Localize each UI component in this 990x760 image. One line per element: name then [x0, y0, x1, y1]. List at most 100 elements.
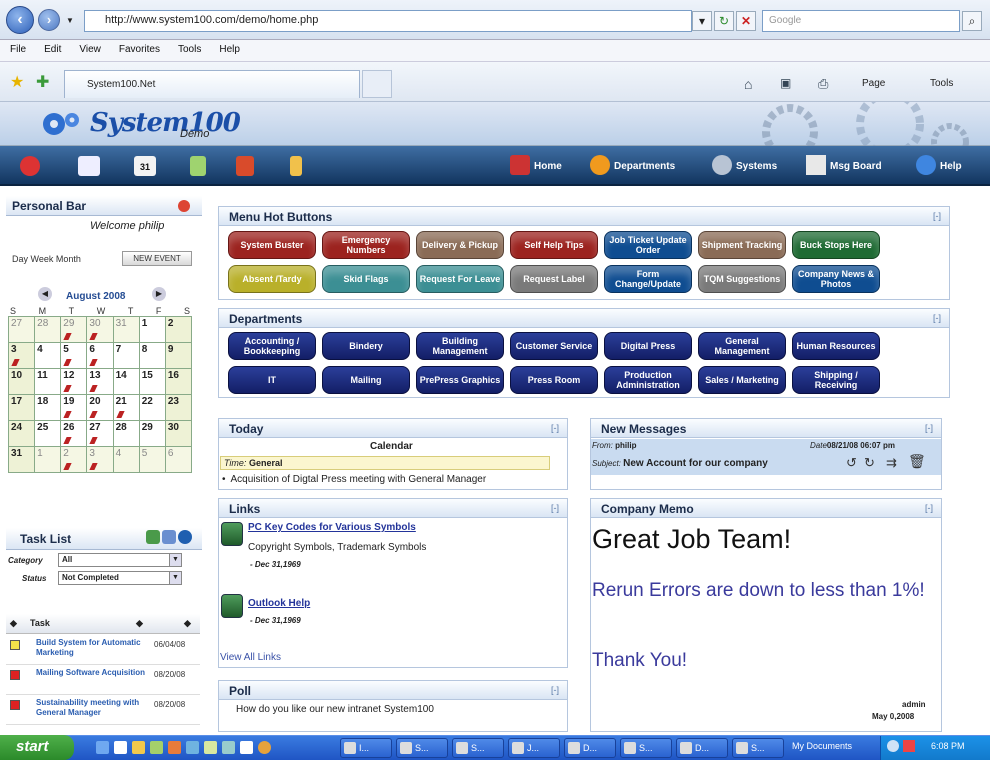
collapse-button[interactable]: [-] [551, 423, 559, 433]
task-name[interactable]: Sustainability meeting with General Mana… [36, 698, 146, 718]
hot-button[interactable]: Shipment Tracking [698, 231, 786, 259]
next-month-icon[interactable]: ▶ [152, 287, 166, 301]
taskbar-window-button[interactable]: D... [676, 738, 728, 758]
nav-systems[interactable]: Systems [736, 161, 777, 172]
calendar-day[interactable]: 6 [164, 446, 193, 473]
my-documents-toolbar[interactable]: My Documents [792, 741, 852, 751]
calendar-day[interactable]: 29 [138, 420, 166, 447]
tools-menu[interactable]: Tools [930, 78, 953, 89]
forward-button[interactable]: › [38, 9, 60, 31]
view-all-links[interactable]: View All Links [220, 652, 281, 663]
calendar-day[interactable]: 10 [7, 368, 36, 395]
calendar-day[interactable]: 19 [60, 394, 88, 421]
link-title[interactable]: PC Key Codes for Various Symbols [248, 522, 416, 533]
hot-button[interactable]: System Buster [228, 231, 316, 259]
phone-icon[interactable] [236, 156, 254, 176]
lock-icon[interactable] [290, 156, 302, 176]
task-name[interactable]: Build System for Automatic Marketing [36, 638, 146, 658]
quicklaunch-icon[interactable] [168, 741, 181, 754]
close-icon[interactable] [178, 200, 190, 212]
today-event[interactable]: • Acquisition of Digtal Press meeting wi… [222, 474, 486, 485]
task-row[interactable]: Build System for Automatic Marketing 06/0… [6, 636, 200, 665]
new-tab-button[interactable] [362, 70, 392, 98]
collapse-button[interactable]: [-] [933, 313, 941, 323]
event-marker-icon[interactable] [11, 359, 20, 366]
department-button[interactable]: Human Resources [792, 332, 880, 360]
hot-button[interactable]: TQM Suggestions [698, 265, 786, 293]
collapse-button[interactable]: [-] [551, 685, 559, 695]
tab-system100[interactable]: System100.Net [64, 70, 360, 98]
url-input[interactable]: http://www.system100.com/demo/home.php [84, 10, 692, 32]
quicklaunch-icon[interactable] [240, 741, 253, 754]
task-column-header[interactable]: Task [30, 618, 50, 628]
nav-home[interactable]: Home [534, 161, 562, 172]
url-dropdown-icon[interactable]: ▾ [692, 11, 712, 31]
taskbar-window-button[interactable]: J... [508, 738, 560, 758]
department-button[interactable]: General Management [698, 332, 786, 360]
calendar-day[interactable]: 12 [60, 368, 88, 395]
department-button[interactable]: Bindery [322, 332, 410, 360]
search-input[interactable]: Google [762, 10, 960, 32]
calendar-day[interactable]: 31 [7, 446, 36, 473]
event-marker-icon[interactable] [89, 463, 99, 470]
event-marker-icon[interactable] [63, 385, 72, 392]
forward-icon[interactable]: ⇉ [886, 455, 897, 471]
trash-icon[interactable]: 🗑 [908, 453, 926, 470]
calendar-day[interactable]: 14 [112, 368, 140, 395]
chevron-down-icon[interactable]: ▼ [169, 572, 181, 584]
calendar-day[interactable]: 11 [34, 368, 62, 395]
department-button[interactable]: Shipping / Receiving [792, 366, 880, 394]
department-button[interactable]: Production Administration [604, 366, 692, 394]
calendar-day[interactable]: 1 [138, 316, 166, 343]
taskbar-window-button[interactable]: D... [564, 738, 616, 758]
calendar-icon[interactable]: 31 [134, 156, 156, 176]
calendar-day[interactable]: 26 [60, 420, 88, 447]
calendar-day[interactable]: 4 [112, 446, 140, 473]
quicklaunch-icon[interactable] [222, 741, 235, 754]
link-title[interactable]: Outlook Help [248, 598, 310, 609]
hot-button[interactable]: Job Ticket Update Order [604, 231, 692, 259]
event-marker-icon[interactable] [63, 411, 72, 418]
sort-icon[interactable]: ◆ [10, 618, 17, 629]
quicklaunch-icon[interactable] [258, 741, 271, 754]
calendar-day[interactable]: 24 [7, 420, 36, 447]
favorites-star-icon[interactable]: ★ [10, 72, 24, 92]
nav-msg-board[interactable]: Msg Board [830, 161, 882, 172]
calendar-day[interactable]: 2 [164, 316, 193, 343]
quicklaunch-icon[interactable] [114, 741, 127, 754]
calendar-day[interactable]: 3 [86, 446, 114, 473]
nav-departments[interactable]: Departments [614, 161, 675, 172]
reply-all-icon[interactable]: ↻ [864, 455, 875, 471]
calendar-day[interactable]: 1 [34, 446, 62, 473]
tray-network-icon[interactable] [887, 740, 899, 752]
taskbar-window-button[interactable]: I... [340, 738, 392, 758]
task-name[interactable]: Mailing Software Acquisition [36, 668, 146, 678]
calendar-day[interactable]: 6 [86, 342, 114, 369]
hot-button[interactable]: Absent /Tardy [228, 265, 316, 293]
hot-button[interactable]: Company News & Photos [792, 265, 880, 293]
department-button[interactable]: Accounting / Bookkeeping [228, 332, 316, 360]
department-button[interactable]: IT [228, 366, 316, 394]
event-marker-icon[interactable] [63, 437, 72, 444]
calendar-day[interactable]: 5 [138, 446, 166, 473]
taskbar-window-button[interactable]: S... [396, 738, 448, 758]
hot-button[interactable]: Delivery & Pickup [416, 231, 504, 259]
hot-button[interactable]: Emergency Numbers [322, 231, 410, 259]
calendar-day[interactable]: 21 [112, 394, 140, 421]
tray-alert-icon[interactable] [903, 740, 915, 752]
hot-button[interactable]: Skid Flags [322, 265, 410, 293]
hot-button[interactable]: Self Help Tips [510, 231, 598, 259]
calendar-day[interactable]: 15 [138, 368, 166, 395]
calendar-day[interactable]: 4 [34, 342, 62, 369]
department-button[interactable]: Mailing [322, 366, 410, 394]
department-button[interactable]: Building Management [416, 332, 504, 360]
prev-month-icon[interactable]: ◀ [38, 287, 52, 301]
quicklaunch-icon[interactable] [204, 741, 217, 754]
event-marker-icon[interactable] [89, 411, 99, 418]
calendar-day[interactable]: 20 [86, 394, 114, 421]
collapse-button[interactable]: [-] [933, 211, 941, 221]
calendar-day[interactable]: 17 [7, 394, 36, 421]
nav-help[interactable]: Help [940, 161, 962, 172]
systems-nav-icon[interactable] [712, 155, 732, 175]
hot-button[interactable]: Request For Leave [416, 265, 504, 293]
